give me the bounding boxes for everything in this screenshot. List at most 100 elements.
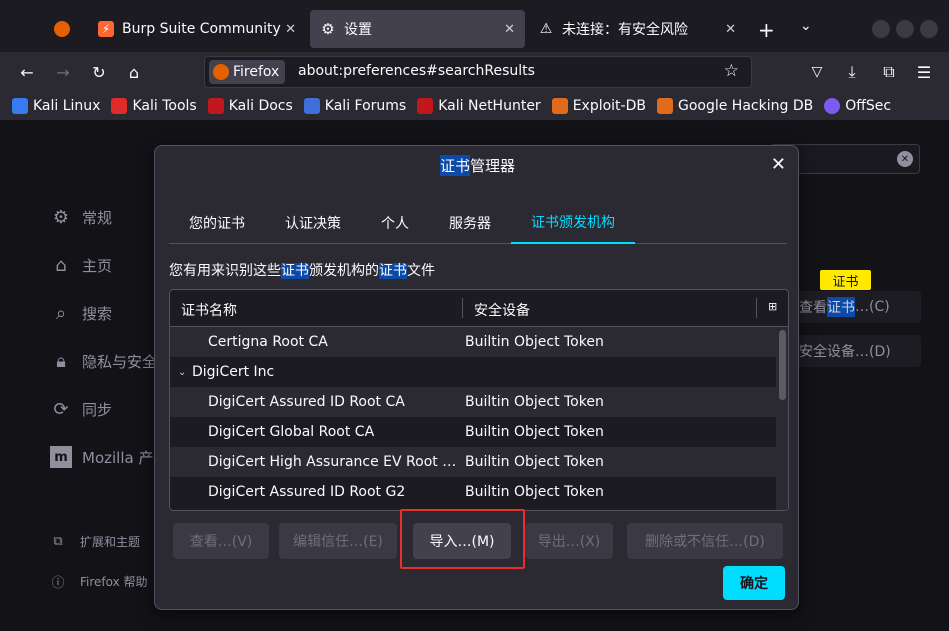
tab-insecure[interactable]: ⚠ 未连接：有安全风险 ✕ — [528, 10, 746, 48]
burp-icon: ⚡ — [98, 21, 114, 37]
nav-bar: ← → ↻ ⌂ Firefox about:preferences#search… — [0, 52, 949, 92]
cert-device: Builtin Object Token — [465, 454, 604, 470]
sidebar-item-label: 扩展和主题 — [80, 534, 141, 549]
column-header-device[interactable]: 安全设备 — [474, 300, 530, 320]
bookmark-kali-docs[interactable]: Kali Docs — [207, 98, 293, 114]
view-certificates-button[interactable]: 查看 证书 …(C) — [791, 291, 921, 323]
column-picker-icon[interactable]: ⊞ — [768, 300, 777, 313]
table-row[interactable]: DigiCert Assured ID Root G2 Builtin Obje… — [170, 477, 776, 507]
annotation-highlight-box — [400, 509, 525, 569]
tab-burp-suite[interactable]: ⚡ Burp Suite Community Ed ✕ — [88, 10, 306, 48]
pocket-icon[interactable]: ▽ — [805, 60, 829, 84]
url-text[interactable]: about:preferences#searchResults — [298, 63, 535, 79]
download-icon[interactable]: ⤓ — [840, 60, 864, 84]
new-tab-icon[interactable]: + — [758, 18, 775, 42]
tab-firefox-view[interactable] — [40, 10, 86, 48]
bookmark-kali-tools[interactable]: Kali Tools — [111, 98, 197, 114]
sidebar-item-search[interactable]: ⌕ 搜索 — [50, 302, 112, 324]
sidebar-item-sync[interactable]: ⟳ 同步 — [50, 398, 112, 420]
close-icon[interactable]: ✕ — [771, 154, 786, 175]
authorities-description: 您有用来识别这些证书颁发机构的证书文件 — [169, 260, 435, 280]
tab-settings[interactable]: ⚙ 设置 ✕ — [310, 10, 525, 48]
offsec-icon — [824, 98, 841, 114]
table-row[interactable]: DigiCert High Assurance EV Root CA Built… — [170, 447, 776, 477]
certificate-tree[interactable]: 证书名称 安全设备 ⊞ Certigna Root CA Builtin Obj… — [169, 289, 789, 511]
cert-name: DigiCert High Assurance EV Root CA — [208, 454, 458, 470]
sidebar-item-mozilla[interactable]: m Mozilla 产 — [50, 446, 153, 468]
reload-icon[interactable]: ↻ — [87, 60, 111, 84]
close-icon[interactable]: ✕ — [504, 22, 515, 37]
maximize-button[interactable] — [896, 20, 914, 38]
table-row[interactable]: DigiCert Assured ID Root CA Builtin Obje… — [170, 387, 776, 417]
forward-icon[interactable]: → — [51, 60, 75, 84]
bookmark-kali-linux[interactable]: Kali Linux — [12, 98, 100, 114]
identity-box[interactable]: Firefox — [209, 60, 286, 84]
tab-label: 设置 — [344, 22, 372, 38]
column-header-name[interactable]: 证书名称 — [181, 300, 237, 320]
cert-name: Certigna Root CA — [208, 334, 328, 350]
kali-docs-icon — [207, 98, 224, 114]
search-icon: ⌕ — [55, 302, 67, 324]
delete-distrust-button[interactable]: 删除或不信任…(D) — [627, 523, 783, 559]
bookmark-star-icon[interactable]: ☆ — [724, 61, 739, 81]
sidebar-item-label: 常规 — [82, 208, 113, 227]
tab-people[interactable]: 个人 — [361, 202, 429, 244]
table-row-group[interactable]: ⌄ DigiCert Inc — [170, 357, 776, 387]
close-window-button[interactable] — [920, 20, 938, 38]
clear-icon[interactable]: ✕ — [897, 151, 913, 167]
tree-scrollbar[interactable] — [776, 327, 788, 510]
table-row[interactable]: Certigna Root CA Builtin Object Token — [170, 327, 776, 357]
view-button[interactable]: 查看…(V) — [173, 523, 269, 559]
sidebar-item-label: Firefox 帮助 — [80, 574, 148, 589]
tab-strip: ⚡ Burp Suite Community Ed ✕ ⚙ 设置 ✕ ⚠ 未连接… — [0, 0, 949, 52]
edit-trust-button[interactable]: 编辑信任…(E) — [279, 523, 397, 559]
sidebar-item-home[interactable]: ⌂ 主页 — [50, 254, 112, 276]
bookmark-exploit-db[interactable]: Exploit-DB — [551, 98, 646, 114]
url-bar[interactable]: Firefox about:preferences#searchResults … — [204, 56, 752, 88]
sidebar-item-extensions[interactable]: ⧉ 扩展和主题 — [50, 530, 140, 552]
search-tooltip: 证书 — [820, 270, 871, 290]
bookmark-label: Kali Docs — [228, 98, 293, 114]
menu-icon[interactable]: ☰ — [912, 60, 936, 84]
sidebar-item-privacy[interactable]: 🔒︎ 隐私与安全 — [50, 350, 157, 372]
firefox-icon — [54, 21, 70, 37]
sidebar-item-general[interactable]: ⚙ 常规 — [50, 206, 112, 228]
minimize-button[interactable] — [872, 20, 890, 38]
bookmark-kali-forums[interactable]: Kali Forums — [303, 98, 407, 114]
dialog-title: 证书 管理器 — [155, 146, 800, 184]
table-row[interactable]: DigiCert Global Root CA Builtin Object T… — [170, 417, 776, 447]
sidebar-item-help[interactable]: ⓘ Firefox 帮助 — [50, 570, 148, 592]
tab-label: 未连接：有安全风险 — [562, 22, 688, 38]
bookmark-kali-nethunter[interactable]: Kali NetHunter — [417, 98, 541, 114]
home-icon[interactable]: ⌂ — [122, 60, 146, 84]
ok-button[interactable]: 确定 — [723, 566, 785, 600]
desc-text: 您有用来识别这些 — [169, 263, 281, 279]
kali-forums-icon — [303, 98, 320, 114]
button-label-highlight: 证书 — [827, 297, 855, 317]
back-icon[interactable]: ← — [15, 60, 39, 84]
chevron-down-icon[interactable]: ⌄ — [800, 18, 812, 34]
cert-device: Builtin Object Token — [465, 424, 604, 440]
bookmark-offsec[interactable]: OffSec — [824, 98, 891, 114]
security-devices-button[interactable]: 安全设备…(D) — [791, 335, 921, 367]
bookmark-google-hacking-db[interactable]: Google Hacking DB — [656, 98, 813, 114]
export-button[interactable]: 导出…(X) — [525, 523, 613, 559]
bookmark-label: Kali Tools — [132, 98, 197, 114]
extensions-icon[interactable]: ⧉ — [877, 60, 901, 84]
bookmarks-toolbar: Kali Linux Kali Tools Kali Docs Kali For… — [0, 92, 949, 120]
tab-authorities[interactable]: 证书颁发机构 — [511, 202, 635, 244]
close-icon[interactable]: ✕ — [725, 22, 736, 37]
scrollbar-thumb[interactable] — [779, 330, 786, 400]
close-icon[interactable]: ✕ — [285, 22, 296, 37]
title-text: 管理器 — [470, 156, 516, 175]
tab-your-certificates[interactable]: 您的证书 — [169, 202, 265, 244]
bookmark-label: Kali NetHunter — [438, 98, 541, 114]
tab-authentication-decisions[interactable]: 认证决策 — [265, 202, 361, 244]
chevron-down-icon[interactable]: ⌄ — [178, 367, 186, 378]
dialog-tabs: 您的证书 认证决策 个人 服务器 证书颁发机构 — [169, 202, 787, 244]
desc-highlight: 证书 — [281, 263, 309, 279]
tab-label: Burp Suite Community Ed — [122, 21, 282, 37]
bookmark-label: Kali Forums — [324, 98, 407, 114]
tab-servers[interactable]: 服务器 — [429, 202, 511, 244]
gear-icon: ⚙ — [321, 20, 335, 38]
